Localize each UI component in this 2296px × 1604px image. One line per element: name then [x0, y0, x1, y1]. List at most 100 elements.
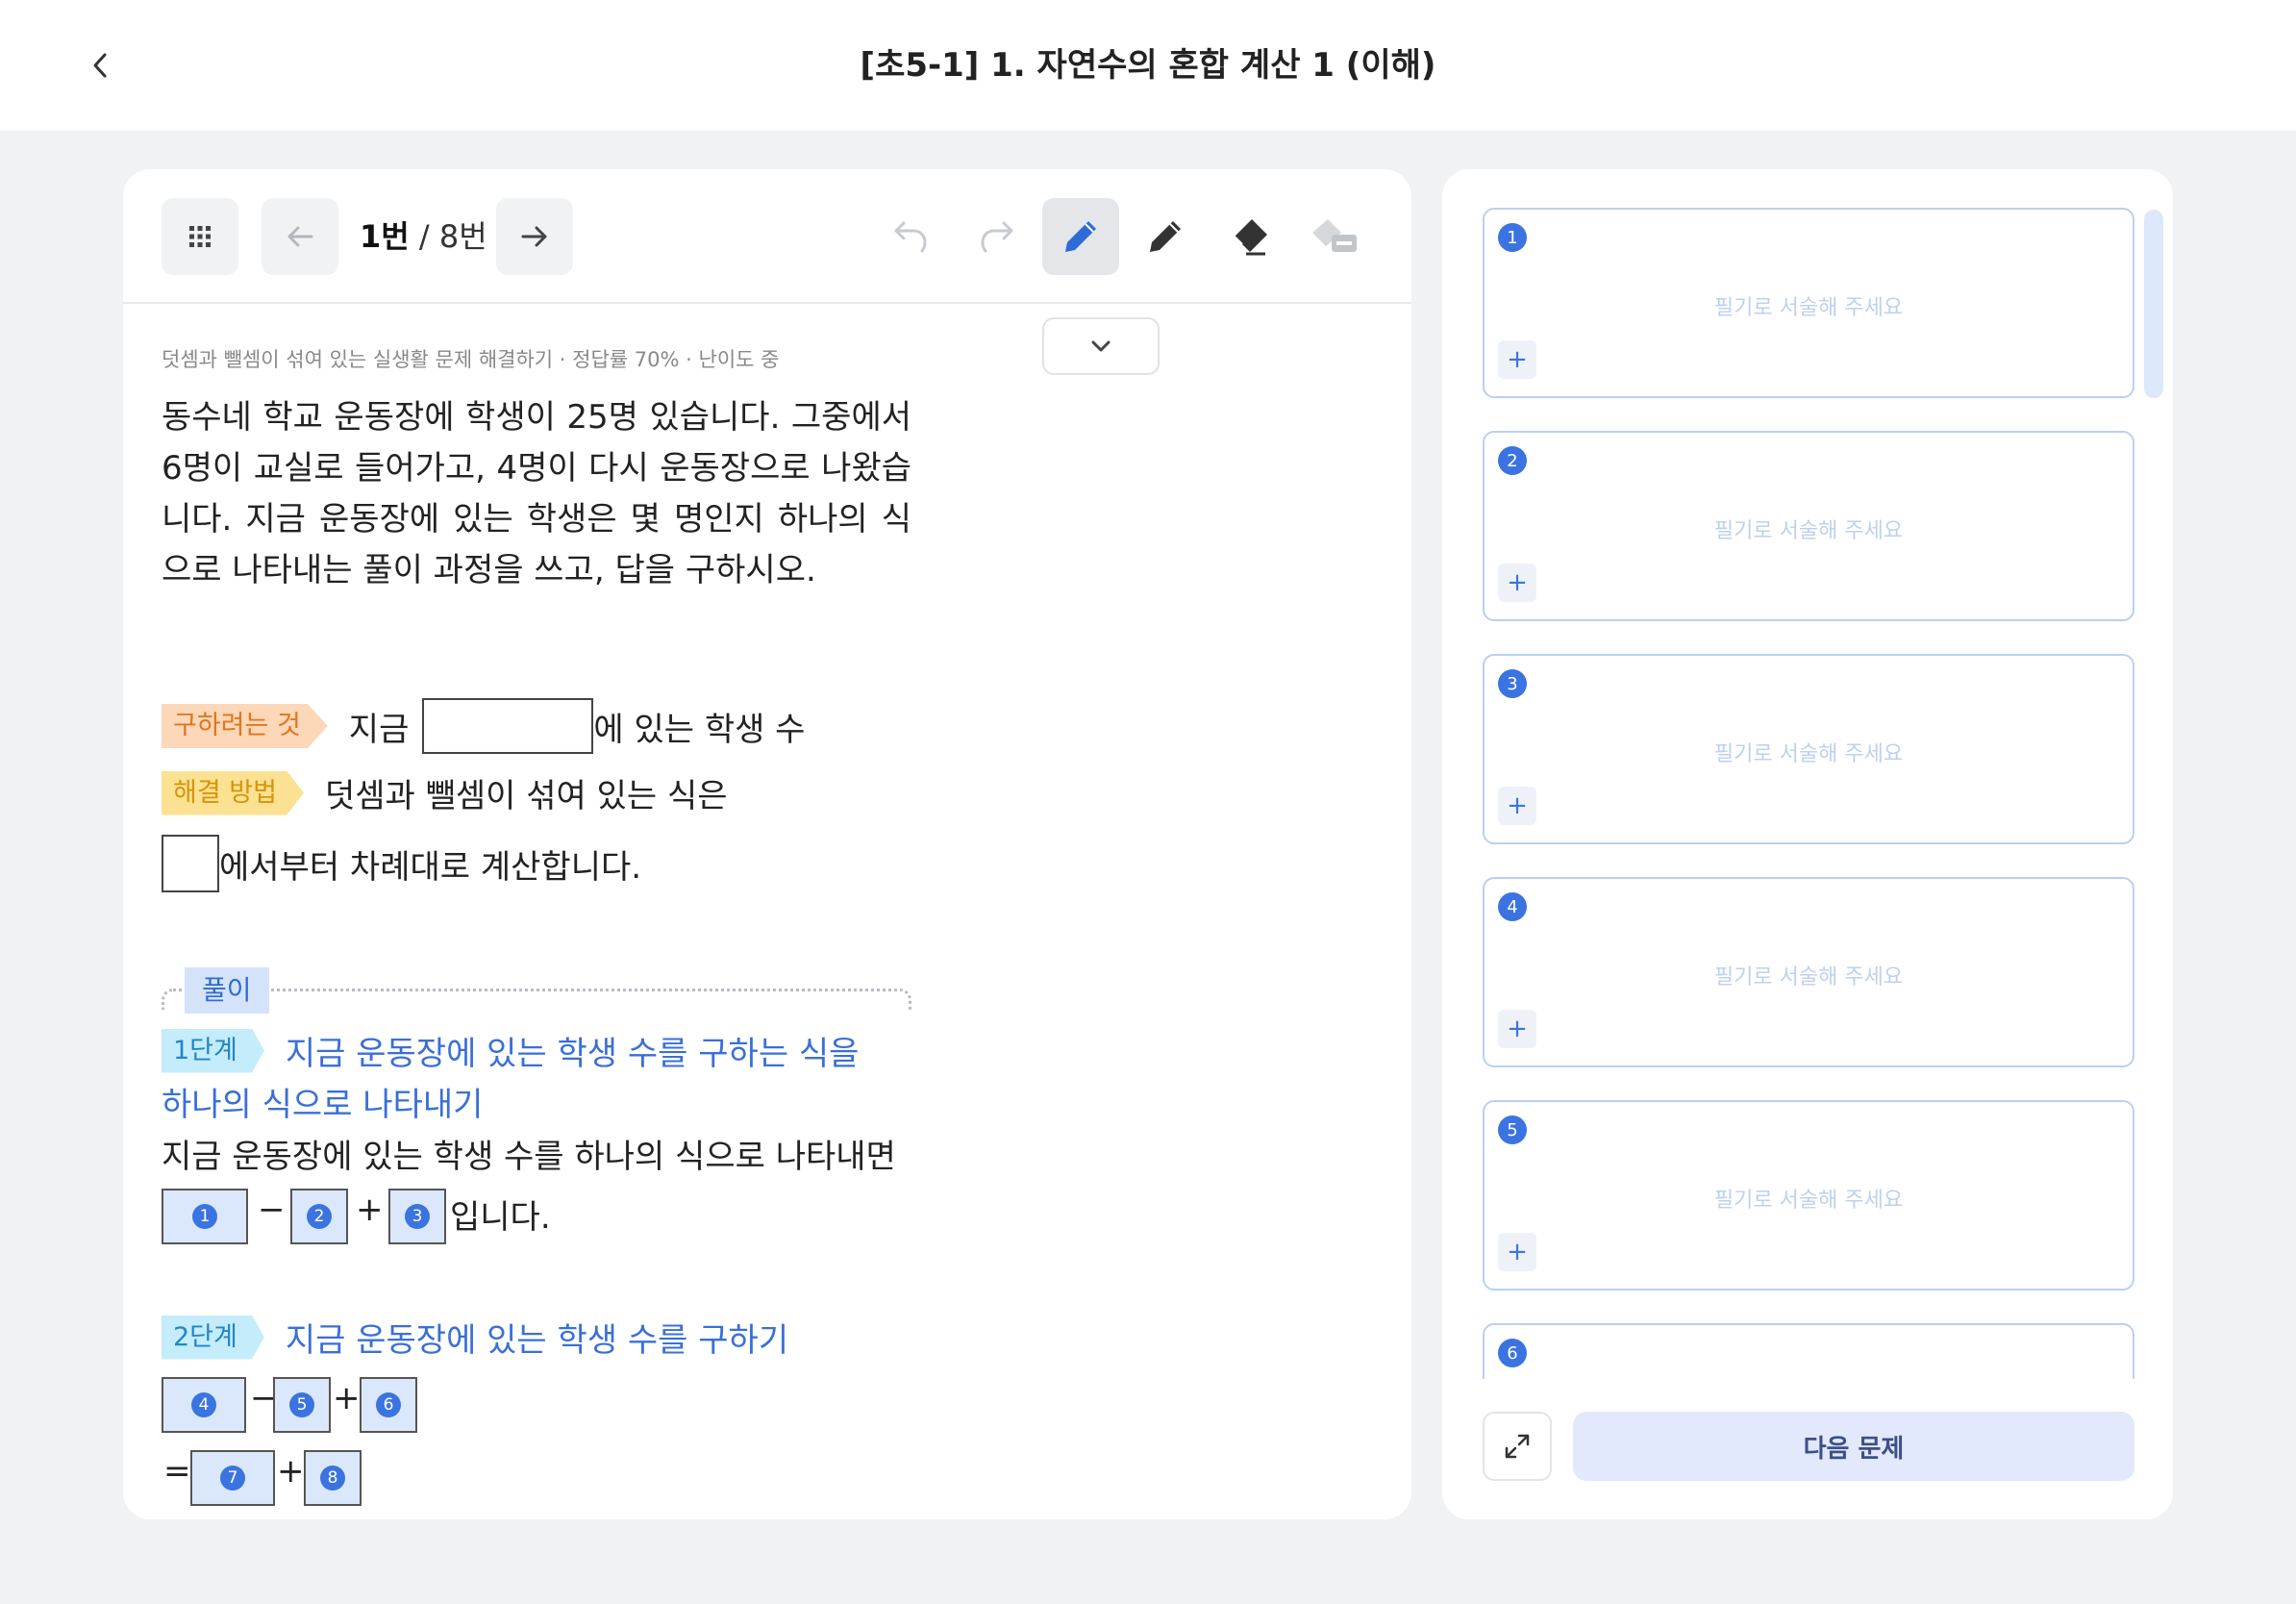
- number-badge: 1: [192, 1204, 217, 1229]
- top-bar: [초5-1] 1. 자연수의 혼합 계산 1 (이해): [0, 0, 2296, 131]
- pen-icon: [1065, 221, 1096, 252]
- number-badge: 8: [320, 1466, 345, 1491]
- page-indicator: 1번 / 8번: [360, 215, 487, 258]
- undo-button[interactable]: [873, 198, 950, 275]
- next-problem-button[interactable]: 다음 문제: [1573, 1412, 2134, 1481]
- method-row-2: 에서부터 차례대로 계산합니다.: [162, 835, 641, 892]
- number-badge: 6: [1498, 1339, 1527, 1367]
- answer-box-7[interactable]: 7: [190, 1450, 275, 1506]
- step1-suffix: 입니다.: [450, 1198, 551, 1237]
- add-button[interactable]: +: [1498, 787, 1536, 825]
- answer-field-2[interactable]: 2 필기로 서술해 주세요 +: [1483, 431, 2134, 621]
- answer-box-5[interactable]: 5: [273, 1377, 331, 1433]
- method-text-2: 에서부터 차례대로 계산합니다.: [219, 847, 642, 887]
- plus-sign: +: [333, 1379, 361, 1417]
- number-badge: 5: [289, 1392, 314, 1417]
- answer-placeholder: 필기로 서술해 주세요: [1713, 742, 1904, 766]
- step1-title: 지금 운동장에 있는 학생 수를 구하는 식을: [285, 1035, 860, 1073]
- expand-button[interactable]: [1483, 1412, 1552, 1481]
- add-button[interactable]: +: [1498, 1233, 1536, 1271]
- method-text: 덧셈과 뺄셈이 섞여 있는 식은: [324, 777, 728, 815]
- expand-icon: [1505, 1434, 1530, 1459]
- number-badge: 1: [1498, 223, 1527, 252]
- number-badge: 4: [1498, 892, 1527, 921]
- number-badge: 3: [1498, 669, 1527, 698]
- problem-panel: 1번 / 8번 덧셈과 뺄셈이 섞여 있는 실생활 문제 해결하기 · 정답률 …: [123, 169, 1411, 1519]
- plus-sign: +: [356, 1190, 384, 1229]
- eraser-tool[interactable]: [1211, 198, 1288, 275]
- scrollbar[interactable]: [2144, 210, 2163, 398]
- answer-placeholder: 필기로 서술해 주세요: [1713, 296, 1904, 320]
- number-badge: 2: [1498, 446, 1527, 475]
- answer-field-1[interactable]: 1 필기로 서술해 주세요 +: [1483, 208, 2134, 398]
- add-button[interactable]: +: [1498, 340, 1536, 379]
- number-badge: 4: [191, 1392, 216, 1417]
- redo-button[interactable]: [958, 198, 1035, 275]
- solution-header: 풀이: [162, 967, 911, 1015]
- problem-toolbar: 1번 / 8번: [123, 169, 1411, 304]
- method-blank[interactable]: [162, 835, 219, 892]
- answer-box-2[interactable]: 2: [290, 1189, 348, 1244]
- number-badge: 3: [405, 1204, 430, 1229]
- page-title: [초5-1] 1. 자연수의 혼합 계산 1 (이해): [860, 46, 1436, 85]
- answer-box-3[interactable]: 3: [388, 1189, 446, 1244]
- eraser-all-icon: [1312, 219, 1357, 252]
- current-page: 1번: [360, 218, 410, 255]
- add-button[interactable]: +: [1498, 564, 1536, 602]
- redo-icon: [981, 221, 1013, 253]
- number-badge: 6: [376, 1392, 401, 1417]
- step1-tag: 1단계: [162, 1028, 264, 1073]
- answer-field-6[interactable]: 6: [1483, 1323, 2134, 1379]
- goal-tag: 구하려는 것: [162, 704, 328, 748]
- next-problem-arrow-button[interactable]: [496, 198, 573, 275]
- step2-header: 2단계 지금 운동장에 있는 학생 수를 구하기: [162, 1314, 788, 1361]
- answer-panel: 1 필기로 서술해 주세요 + 2 필기로 서술해 주세요 + 3 필기로 서술…: [1442, 169, 2173, 1519]
- answer-placeholder: 필기로 서술해 주세요: [1713, 965, 1904, 990]
- step1-title-2: 하나의 식으로 나타내기: [162, 1086, 484, 1124]
- answer-field-4[interactable]: 4 필기로 서술해 주세요 +: [1483, 877, 2134, 1067]
- pen-black-tool[interactable]: [1127, 198, 1204, 275]
- minus-sign: −: [258, 1190, 286, 1229]
- total-pages: 8번: [438, 218, 487, 255]
- add-button[interactable]: +: [1498, 1010, 1536, 1048]
- number-badge: 2: [307, 1204, 332, 1229]
- answer-box-8[interactable]: 8: [304, 1450, 362, 1506]
- arrow-right-icon: [521, 226, 547, 247]
- answer-placeholder: 필기로 서술해 주세요: [1713, 1189, 1904, 1213]
- undo-icon: [894, 221, 927, 253]
- step2-tag: 2단계: [162, 1315, 264, 1360]
- goal-blank[interactable]: [422, 698, 594, 754]
- answer-placeholder: 필기로 서술해 주세요: [1713, 519, 1904, 543]
- chevron-down-icon: [1091, 340, 1111, 352]
- method-tag: 해결 방법: [162, 770, 304, 815]
- question-text: 동수네 학교 운동장에 학생이 25명 있습니다. 그중에서 6명이 교실로 들…: [162, 398, 911, 589]
- pen-blue-tool[interactable]: [1042, 198, 1119, 275]
- number-badge: 7: [220, 1466, 245, 1491]
- prev-problem-button[interactable]: [262, 198, 338, 275]
- equals-sign: =: [163, 1452, 191, 1491]
- collapse-button[interactable]: [1042, 317, 1160, 375]
- number-badge: 5: [1498, 1115, 1527, 1144]
- solution-divider: [162, 989, 911, 1010]
- step1-text: 지금 운동장에 있는 학생 수를 하나의 식으로 나타내면: [162, 1138, 896, 1176]
- solution-label: 풀이: [185, 967, 269, 1014]
- eraser-icon: [1234, 219, 1267, 256]
- answer-field-5[interactable]: 5 필기로 서술해 주세요 +: [1483, 1100, 2134, 1291]
- answer-list: 1 필기로 서술해 주세요 + 2 필기로 서술해 주세요 + 3 필기로 서술…: [1442, 169, 2173, 1379]
- arrow-left-icon: [287, 226, 313, 247]
- method-row: 해결 방법 덧셈과 뺄셈이 섞여 있는 식은: [162, 769, 728, 816]
- goal-before: 지금: [348, 710, 410, 749]
- answer-box-6[interactable]: 6: [360, 1377, 417, 1433]
- pen-icon: [1150, 221, 1181, 252]
- step1-header: 1단계 지금 운동장에 있는 학생 수를 구하는 식을: [162, 1027, 859, 1074]
- answer-box-4[interactable]: 4: [162, 1377, 246, 1433]
- clear-all-button[interactable]: [1296, 198, 1373, 275]
- grid-menu-button[interactable]: [162, 198, 238, 275]
- goal-after: 에 있는 학생 수: [593, 710, 806, 749]
- goal-row: 구하려는 것 지금 에 있는 학생 수: [162, 698, 805, 754]
- page-separator: /: [409, 218, 439, 255]
- answer-box-1[interactable]: 1: [162, 1189, 248, 1244]
- step2-title: 지금 운동장에 있는 학생 수를 구하기: [285, 1321, 789, 1360]
- plus-sign: +: [277, 1452, 305, 1491]
- answer-field-3[interactable]: 3 필기로 서술해 주세요 +: [1483, 654, 2134, 844]
